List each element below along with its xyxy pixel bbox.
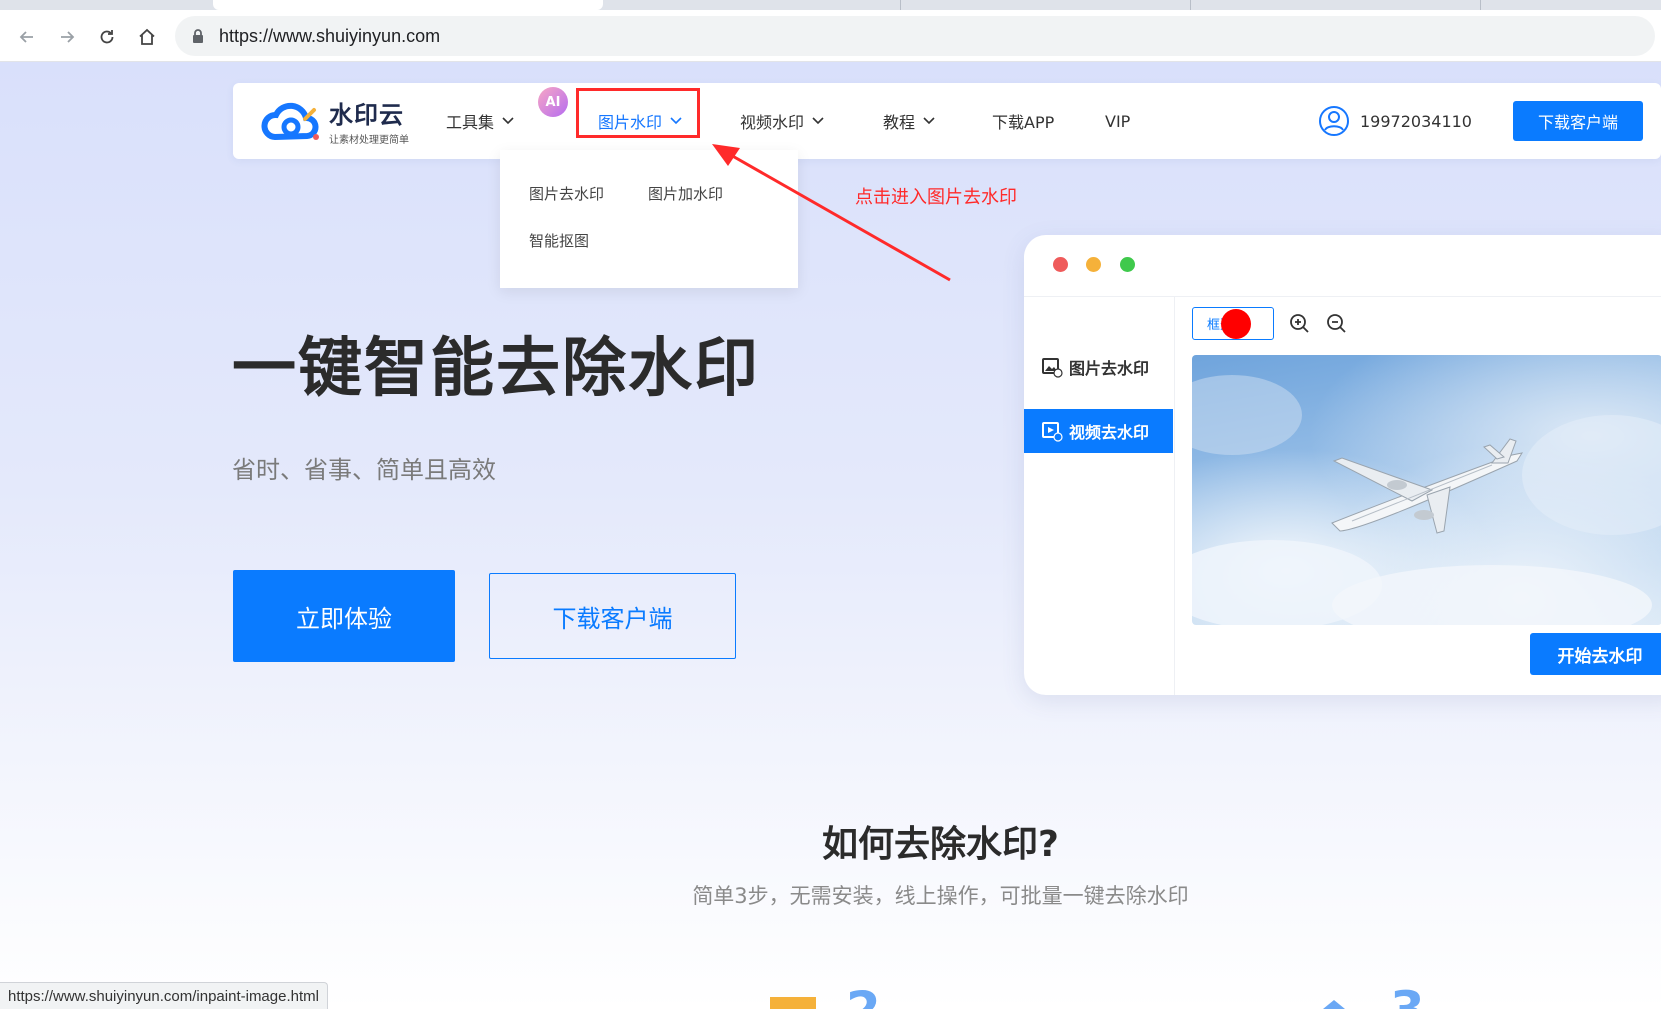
menu-label: 教程 [883, 113, 916, 132]
hero-subtitle: 省时、省事、简单且高效 [232, 456, 496, 484]
menu-label: 下载APP [992, 113, 1055, 132]
address-bar[interactable]: https://www.shuiyinyun.com [175, 16, 1655, 56]
red-dot-marker [1221, 309, 1251, 339]
menu-vip[interactable]: VIP [1105, 83, 1130, 159]
menu-video-watermark[interactable]: 视频水印 [740, 83, 824, 159]
forward-button[interactable] [54, 24, 80, 50]
dropdown-item-remove-watermark[interactable]: 图片去水印 [529, 183, 604, 204]
user-account[interactable]: 19972034110 [1318, 83, 1472, 159]
select-tool-button[interactable]: 框选 [1192, 307, 1274, 340]
mockup-divider [1174, 296, 1175, 695]
browser-status-bar: https://www.shuiyinyun.com/inpaint-image… [0, 982, 328, 1009]
video-icon [1042, 422, 1063, 442]
airplane-icon [1192, 375, 1661, 625]
step-icon [1323, 1000, 1345, 1009]
page-content: 水印云 让素材处理更简单 工具集 AI 图片水印 视频水印 教程 下载APP V… [0, 62, 1661, 1009]
window-maximize-dot [1120, 257, 1135, 272]
window-close-dot [1053, 257, 1068, 272]
dropdown-item-add-watermark[interactable]: 图片加水印 [648, 183, 723, 204]
annotation-highlight-box [576, 88, 700, 138]
chevron-down-icon [812, 117, 824, 125]
menu-label: 视频水印 [740, 113, 805, 132]
mockup-sidebar-video-remove[interactable]: 视频去水印 [1024, 409, 1173, 453]
menu-download-app[interactable]: 下载APP [992, 83, 1054, 159]
sidebar-label: 图片去水印 [1069, 359, 1150, 378]
start-remove-button[interactable]: 开始去水印 [1530, 633, 1661, 675]
reload-icon [100, 30, 114, 44]
browser-toolbar: https://www.shuiyinyun.com [0, 10, 1661, 62]
cloud-logo-icon [261, 102, 319, 140]
lock-icon [193, 29, 203, 43]
download-client-button[interactable]: 下载客户端 [489, 573, 736, 659]
site-logo[interactable]: 水印云 让素材处理更简单 [261, 95, 409, 146]
step-icon [770, 997, 816, 1009]
annotation-text: 点击进入图片去水印 [855, 187, 1017, 208]
reload-button[interactable] [94, 24, 120, 50]
browser-tab-strip [0, 0, 1661, 10]
preview-image [1192, 355, 1661, 625]
app-mockup: 图片去水印 视频去水印 框选 开始去水印 [1024, 235, 1661, 695]
try-now-button[interactable]: 立即体验 [233, 570, 455, 662]
header-download-button[interactable]: 下载客户端 [1513, 101, 1643, 141]
site-header: 水印云 让素材处理更简单 工具集 AI 图片水印 视频水印 教程 下载APP V… [233, 83, 1661, 159]
zoom-out-icon[interactable] [1325, 312, 1347, 334]
menu-label: VIP [1105, 111, 1131, 131]
tab-separator [900, 0, 901, 10]
image-watermark-dropdown: 图片去水印 图片加水印 智能抠图 [500, 150, 798, 288]
tab-separator [1480, 0, 1481, 10]
image-icon [1042, 358, 1063, 378]
tab-separator [1190, 0, 1191, 10]
sidebar-label: 视频去水印 [1069, 423, 1150, 442]
user-avatar-icon [1319, 106, 1349, 136]
address-url: https://www.shuiyinyun.com [219, 25, 441, 46]
mockup-sidebar-image-remove[interactable]: 图片去水印 [1024, 345, 1173, 389]
window-minimize-dot [1086, 257, 1101, 272]
hero-title: 一键智能去除水印 [232, 332, 760, 406]
user-phone: 19972034110 [1360, 111, 1472, 131]
forward-arrow-icon [61, 31, 75, 43]
active-tab[interactable] [213, 0, 603, 10]
menu-tutorial[interactable]: 教程 [883, 83, 935, 159]
chevron-down-icon [502, 117, 514, 125]
ai-badge: AI [538, 87, 568, 117]
chevron-down-icon [923, 117, 935, 125]
back-button[interactable] [14, 24, 40, 50]
home-button[interactable] [134, 24, 160, 50]
home-icon [139, 28, 155, 45]
menu-label: 工具集 [446, 113, 495, 132]
zoom-in-icon[interactable] [1288, 312, 1310, 334]
back-arrow-icon [19, 31, 33, 43]
mockup-divider [1024, 296, 1661, 297]
menu-tools[interactable]: 工具集 [446, 83, 514, 159]
logo-slogan: 让素材处理更简单 [329, 135, 409, 146]
step-number: 3 [1390, 980, 1425, 1009]
step-number: 2 [846, 980, 881, 1009]
how-to-subtitle: 简单3步，无需安装，线上操作，可批量一键去除水印 [692, 884, 1189, 908]
how-to-title: 如何去除水印? [822, 824, 1059, 865]
logo-name: 水印云 [329, 101, 404, 129]
dropdown-item-smart-cutout[interactable]: 智能抠图 [529, 230, 589, 251]
